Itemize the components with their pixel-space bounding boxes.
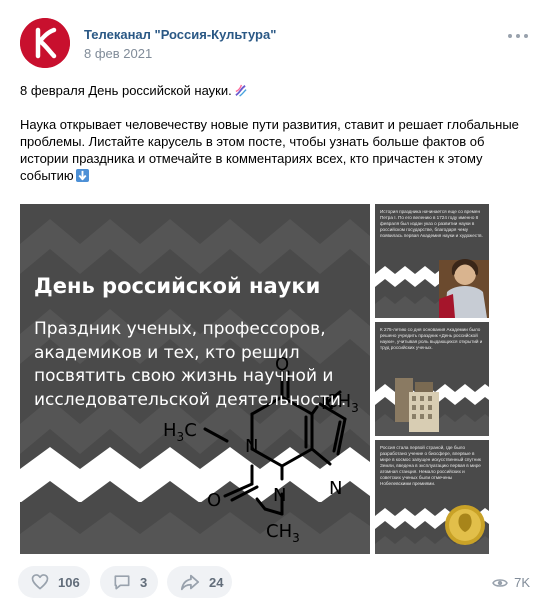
eye-icon [492,578,508,587]
post-paragraph-2: Наука открывает человечеству новые пути … [20,117,519,183]
thumb-1-text: История праздника начинается еще со врем… [380,209,483,238]
molecule-h3c: H3C [163,420,197,444]
share-count: 24 [209,574,224,590]
carousel-main-slide[interactable]: N N N N O O CH3 H3C CH3 День российской … [20,204,370,554]
comment-icon [114,575,130,590]
comment-count: 3 [140,574,148,590]
molecule-ch3-bottom-text: CH [266,521,292,542]
carousel-thumb-2[interactable]: К 275-летию со дня основания Академии бы… [375,322,489,436]
heart-icon [31,574,49,590]
like-count: 106 [58,574,80,590]
post-paragraph-1: 8 февраля День российской науки. [20,83,232,98]
carousel-thumb-1[interactable]: История праздника начинается еще со врем… [375,204,489,318]
down-arrow-emoji-icon [75,169,89,182]
molecule-n-label-4: N [273,485,286,506]
kultura-logo-icon [20,18,70,68]
slide-subtitle: Праздник ученых, профессоров, академиков… [34,319,347,410]
channel-avatar[interactable] [20,18,70,68]
molecule-n-label-2: N [329,478,342,499]
molecule-ch3-bottom-sub: 3 [292,531,300,545]
thumb-3-text: Россия стала первой страной, где было ра… [380,445,481,486]
comment-button[interactable]: 3 [100,566,158,598]
post-card: Телеканал "Россия-Культура" 8 фев 2021 8… [0,0,550,612]
molecule-h3c-text: H [163,420,177,441]
channel-name-link[interactable]: Телеканал "Россия-Культура" [84,27,276,42]
post-text: 8 февраля День российской науки. Наука о… [20,82,535,184]
share-icon [180,574,200,591]
molecule-o-label-2: O [207,490,221,511]
molecule-h3c-sub: 3 [177,430,185,444]
thumb-2-text: К 275-летию со дня основания Академии бы… [380,327,483,350]
post-date-link[interactable]: 8 фев 2021 [84,46,152,61]
more-dots-icon[interactable] [508,28,528,44]
molecule-n-label-3: N [245,436,258,457]
carousel-thumb-3[interactable]: Россия стала первой страной, где было ра… [375,440,489,554]
views-counter: 7K [492,575,530,590]
views-count: 7K [514,575,530,590]
molecule-h3c-c: C [184,420,197,441]
dna-emoji-icon [235,84,247,97]
molecule-ch3-bottom: CH3 [266,521,300,545]
like-button[interactable]: 106 [18,566,90,598]
slide-title: День российской науки [34,274,321,298]
share-button[interactable]: 24 [167,566,232,598]
